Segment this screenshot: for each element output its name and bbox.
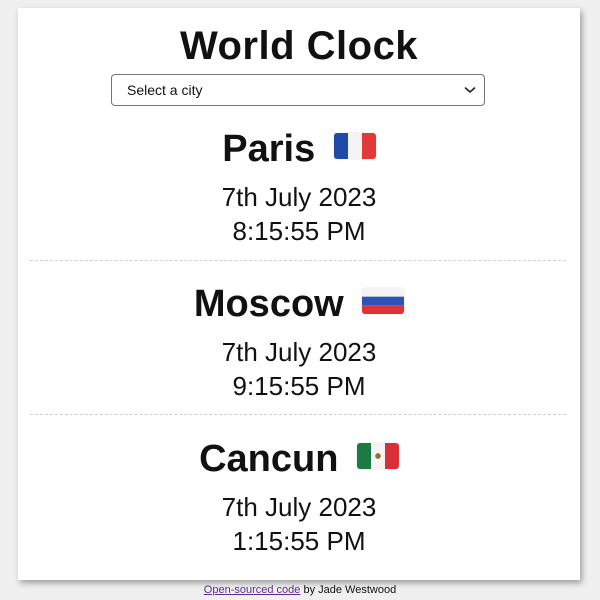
city-block-paris: Paris 7th July 2023 8:15:55 PM [18, 128, 580, 248]
city-name: Moscow [193, 283, 344, 325]
city-select-value: Select a city [127, 82, 203, 98]
russia-flag-icon [362, 288, 405, 314]
city-date: 7th July 2023 [221, 492, 377, 522]
city-date: 7th July 2023 [221, 337, 377, 367]
city-date: 7th July 2023 [221, 182, 377, 212]
city-select[interactable]: Select a city [111, 74, 485, 106]
city-block-cancun: Cancun 7th July 2023 1:15:55 PM [18, 438, 580, 558]
open-source-link[interactable]: Open-sourced code [204, 584, 301, 596]
city-name: Paris [222, 128, 316, 170]
divider [30, 260, 566, 261]
footer: Open-sourced code by Jade Westwood [0, 584, 600, 597]
city-time: 9:15:55 PM [232, 371, 366, 401]
divider [30, 414, 566, 415]
city-name: Cancun [199, 438, 339, 480]
footer-author: by Jade Westwood [300, 584, 397, 596]
city-block-moscow: Moscow 7th July 2023 9:15:55 PM [18, 283, 580, 403]
page-title: World Clock [179, 24, 419, 68]
chevron-down-icon [464, 87, 476, 93]
city-time: 8:15:55 PM [232, 216, 366, 246]
mexico-flag-icon [356, 443, 399, 469]
world-clock-card: World Clock Select a city Paris 7th July… [18, 8, 580, 580]
city-time: 1:15:55 PM [232, 526, 366, 556]
france-flag-icon [333, 133, 376, 159]
